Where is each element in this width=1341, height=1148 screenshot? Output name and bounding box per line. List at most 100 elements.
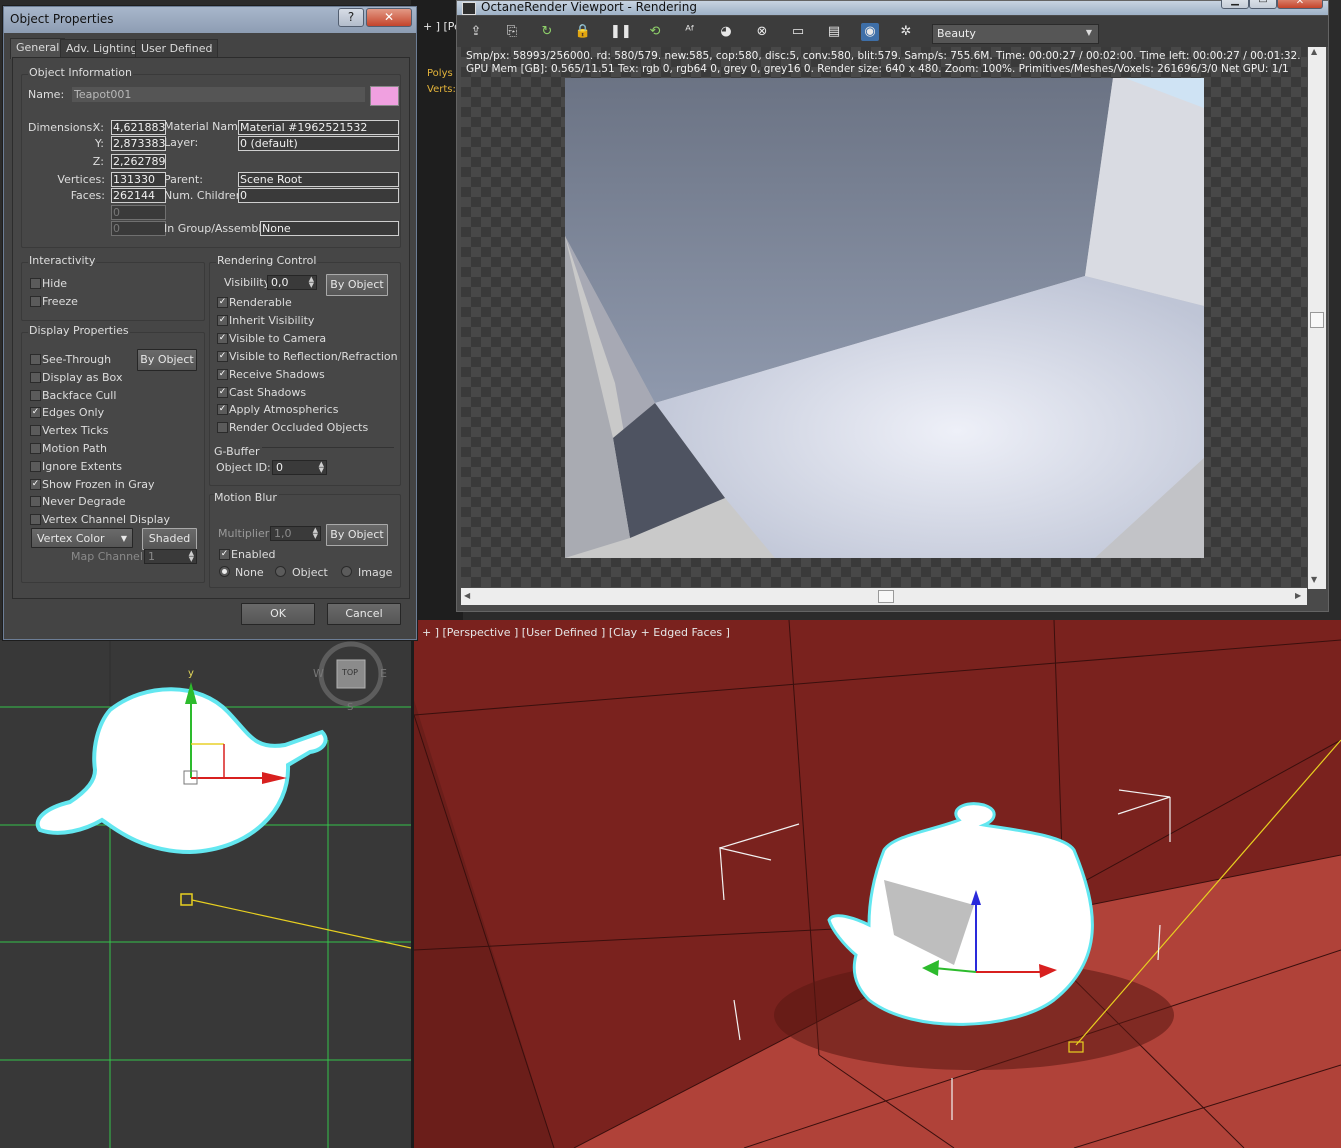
checkbox[interactable]: [217, 422, 228, 434]
color-picker-icon[interactable]: ◕: [717, 23, 735, 41]
name-field[interactable]: Teapot001: [72, 87, 365, 102]
octane-close-button[interactable]: ✕: [1277, 0, 1323, 9]
minimize-button[interactable]: ▁: [1221, 0, 1249, 9]
af-icon[interactable]: ᴬᶠ: [681, 23, 699, 41]
viewcube-top-label[interactable]: TOP: [342, 668, 358, 677]
perspective-viewport-label[interactable]: + ] [Perspective ] [User Defined ] [Clay…: [422, 626, 730, 639]
checkbox-label: Visible to Reflection/Refraction: [229, 349, 398, 363]
dimension-x-field[interactable]: 4,621883m: [111, 120, 166, 135]
vertical-scroll-thumb[interactable]: [1310, 312, 1324, 328]
map-channel-spinner[interactable]: 1 ▲ ▼: [144, 549, 197, 564]
spinner-arrows-icon[interactable]: ▲ ▼: [319, 461, 324, 474]
checkbox[interactable]: ✓: [30, 478, 41, 490]
vertex-color-value: Vertex Color: [37, 532, 105, 545]
material-name-field[interactable]: Material #1962521532: [238, 120, 399, 135]
gbuffer-header: G-Buffer: [214, 445, 262, 458]
load-icon[interactable]: ⎘: [503, 23, 521, 41]
radio-image[interactable]: [341, 566, 352, 577]
parent-field[interactable]: Scene Root: [238, 172, 399, 187]
scroll-down-icon[interactable]: ▼: [1311, 575, 1317, 584]
dialog-titlebar[interactable]: Object Properties ? ✕: [4, 7, 416, 33]
refresh-icon[interactable]: ⟲: [646, 23, 664, 41]
lock-icon[interactable]: 🔒: [574, 23, 592, 41]
checkbox[interactable]: ✓: [217, 368, 228, 380]
checkbox-label: Show Frozen in Gray: [42, 477, 155, 491]
num-children-field[interactable]: 0: [238, 188, 399, 203]
horizontal-scrollbar[interactable]: ◀ ▶: [461, 588, 1307, 605]
scroll-right-icon[interactable]: ▶: [1295, 591, 1301, 600]
in-group-field[interactable]: None: [260, 221, 399, 236]
object-id-spinner[interactable]: 0 ▲ ▼: [272, 460, 327, 475]
checkbox[interactable]: [30, 496, 41, 508]
viewcube-east-label[interactable]: E: [380, 667, 387, 680]
checkbox[interactable]: [30, 389, 41, 401]
faces-field[interactable]: 262144: [111, 188, 166, 203]
radio-object[interactable]: [275, 566, 286, 577]
help-button[interactable]: ?: [338, 8, 364, 27]
checkbox[interactable]: [30, 371, 41, 383]
checkbox[interactable]: ✓: [217, 332, 228, 344]
checkbox[interactable]: ✓: [217, 404, 228, 416]
dimension-z-field[interactable]: 2,262789m: [111, 154, 166, 169]
shaded-button[interactable]: Shaded: [142, 528, 197, 550]
checkbox[interactable]: ✓: [217, 314, 228, 326]
film-icon[interactable]: ▤: [825, 23, 843, 41]
horizontal-scroll-thumb[interactable]: [878, 590, 894, 603]
maximize-button[interactable]: ▭: [1249, 0, 1277, 9]
restart-icon[interactable]: ↻: [538, 23, 556, 41]
map-channel-label: Map Channel:: [71, 550, 147, 563]
display-by-object-button[interactable]: By Object: [137, 349, 197, 371]
checkbox[interactable]: ✓: [30, 407, 41, 419]
layer-label: Layer:: [164, 136, 199, 149]
top-viewport-canvas: [0, 640, 411, 1148]
checkbox[interactable]: [30, 425, 41, 437]
spinner-arrows-icon[interactable]: ▲ ▼: [313, 527, 318, 540]
scroll-left-icon[interactable]: ◀: [464, 591, 470, 600]
octane-toolbar: ⇪ ⎘ ↻ 🔒 ❚❚ ⟲ ᴬᶠ ◕ ⊗ ▭ ▤ ◉ ✲ Beauty ▼: [457, 16, 1328, 47]
viewcube-west-label[interactable]: W: [313, 667, 324, 680]
render-pass-dropdown[interactable]: Beauty ▼: [932, 24, 1099, 44]
checkbox-label: Ignore Extents: [42, 459, 123, 473]
radio-none[interactable]: [219, 566, 230, 577]
checkbox[interactable]: [30, 354, 41, 365]
dimension-y-field[interactable]: 2,873383m: [111, 136, 166, 151]
settings-icon[interactable]: ✲: [897, 23, 915, 41]
rendering-by-object-button[interactable]: By Object: [326, 274, 388, 296]
scroll-up-icon[interactable]: ▲: [1311, 47, 1317, 56]
checkbox[interactable]: [30, 514, 41, 526]
vertices-field[interactable]: 131330: [111, 172, 166, 187]
spinner-arrows-icon[interactable]: ▲ ▼: [189, 550, 194, 563]
checkbox[interactable]: [30, 443, 41, 454]
octane-titlebar[interactable]: OctaneRender Viewport - Rendering ▁ ▭ ✕: [457, 0, 1328, 15]
camera-icon[interactable]: ◉: [861, 23, 879, 41]
object-color-swatch[interactable]: [370, 86, 399, 106]
tab-user-defined[interactable]: User Defined: [135, 39, 219, 58]
checkbox[interactable]: ✓: [217, 350, 228, 362]
viewcube-south-label[interactable]: S: [347, 702, 353, 713]
checkbox[interactable]: [30, 278, 41, 289]
tab-adv-lighting[interactable]: Adv. Lighting: [60, 39, 144, 58]
octane-render-view[interactable]: Smp/px: 58993/256000. rd: 580/579. new:5…: [461, 47, 1307, 587]
display-icon[interactable]: ▭: [789, 23, 807, 41]
vertex-color-dropdown[interactable]: Vertex Color ▼: [31, 528, 133, 548]
perspective-viewport[interactable]: + ] [Perspective ] [User Defined ] [Clay…: [414, 620, 1341, 1148]
layer-field[interactable]: 0 (default): [238, 136, 399, 151]
multiplier-spinner[interactable]: 1,0 ▲ ▼: [270, 526, 321, 541]
checkbox[interactable]: ✓: [217, 297, 228, 308]
send-scene-icon[interactable]: ⇪: [467, 23, 485, 41]
cancel-button[interactable]: Cancel: [327, 603, 401, 625]
checkbox[interactable]: [30, 460, 41, 472]
close-button[interactable]: ✕: [366, 8, 412, 27]
visibility-spinner[interactable]: 0,0 ▲ ▼: [267, 275, 317, 290]
checkbox[interactable]: ✓: [217, 386, 228, 398]
checkbox[interactable]: [30, 296, 41, 307]
enabled-checkbox[interactable]: ✓: [219, 549, 230, 560]
motion-blur-by-object-button[interactable]: By Object: [326, 524, 388, 546]
tab-general[interactable]: General: [10, 38, 66, 59]
ok-button[interactable]: OK: [241, 603, 315, 625]
vertical-scrollbar[interactable]: ▲ ▼: [1308, 47, 1326, 589]
spinner-arrows-icon[interactable]: ▲ ▼: [309, 276, 314, 289]
region-icon[interactable]: ⊗: [753, 23, 771, 41]
top-viewport[interactable]: y TOP W E S: [0, 640, 411, 1148]
pause-icon[interactable]: ❚❚: [610, 23, 632, 41]
